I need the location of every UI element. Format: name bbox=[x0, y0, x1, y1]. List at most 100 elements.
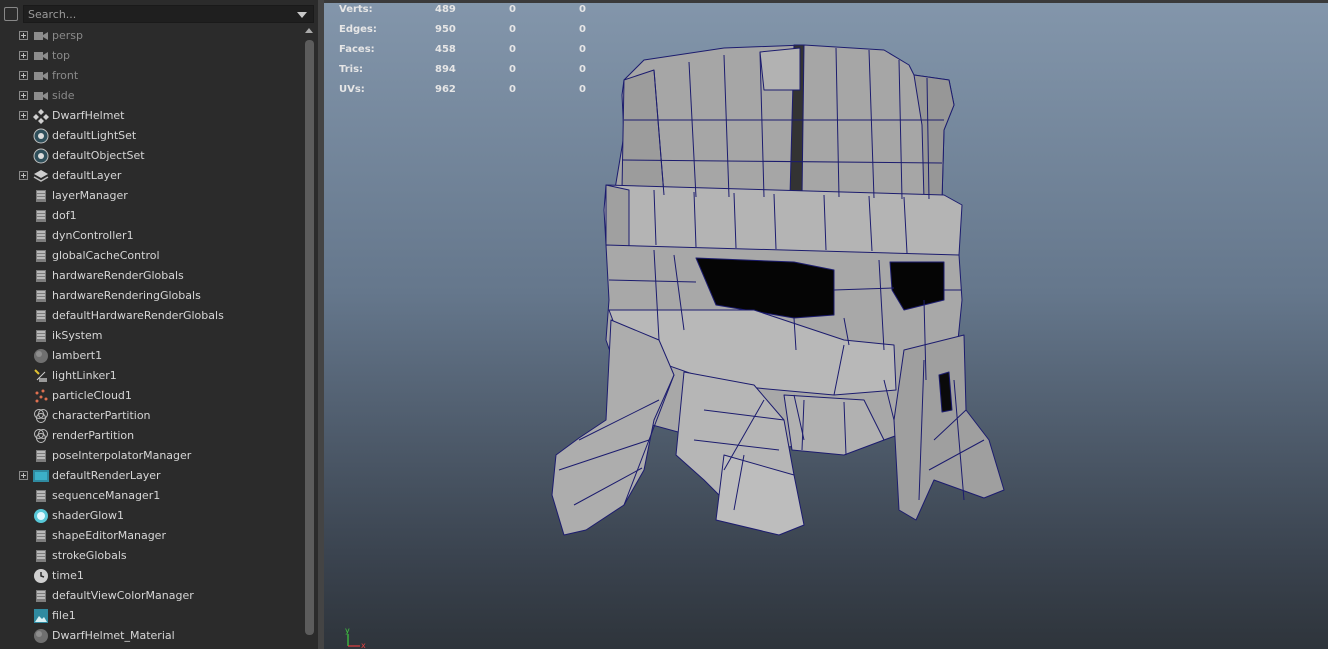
viewport-top-strip bbox=[324, 0, 1328, 3]
search-box[interactable] bbox=[23, 5, 314, 23]
outliner-item-label: front bbox=[52, 69, 79, 82]
expand-icon[interactable] bbox=[19, 31, 28, 40]
node-icon bbox=[33, 528, 49, 544]
outliner-item-label: shaderGlow1 bbox=[52, 509, 125, 522]
outliner-item[interactable]: layerManager bbox=[0, 186, 302, 206]
outliner-item[interactable]: shaderGlow1 bbox=[0, 506, 302, 526]
hud-value: 0 bbox=[509, 4, 516, 15]
outliner-item[interactable]: dof1 bbox=[0, 206, 302, 226]
hud-label: Tris: bbox=[339, 64, 364, 75]
hud-value: 489 bbox=[435, 4, 456, 15]
outliner-item-label: DwarfHelmet_Material bbox=[52, 629, 175, 642]
helmet-mesh[interactable] bbox=[548, 40, 1008, 540]
expand-icon[interactable] bbox=[19, 71, 28, 80]
outliner-item[interactable]: shapeEditorManager bbox=[0, 526, 302, 546]
hud-label: UVs: bbox=[339, 84, 365, 95]
outliner-item-label: defaultHardwareRenderGlobals bbox=[52, 309, 224, 322]
outliner-item[interactable]: defaultObjectSet bbox=[0, 146, 302, 166]
search-input[interactable] bbox=[24, 6, 302, 22]
search-dropdown-icon[interactable] bbox=[297, 12, 307, 18]
outliner-item[interactable]: strokeGlobals bbox=[0, 546, 302, 566]
viewport-3d[interactable]: Verts: 489 0 0 Edges: 950 0 0 Faces: 458 0 0 Tris: 89… bbox=[324, 0, 1328, 649]
layer-icon bbox=[33, 168, 49, 184]
outliner-item-label: poseInterpolatorManager bbox=[52, 449, 192, 462]
expand-icon[interactable] bbox=[19, 471, 28, 480]
outliner-item-label: defaultViewColorManager bbox=[52, 589, 194, 602]
outliner-item[interactable]: globalCacheControl bbox=[0, 246, 302, 266]
hud-value: 0 bbox=[509, 44, 516, 55]
outliner-item[interactable]: particleCloud1 bbox=[0, 386, 302, 406]
outliner-menu-icon[interactable] bbox=[4, 7, 18, 21]
outliner-item[interactable]: poseInterpolatorManager bbox=[0, 446, 302, 466]
outliner-item[interactable]: defaultViewColorManager bbox=[0, 586, 302, 606]
node-icon bbox=[33, 188, 49, 204]
outliner-item[interactable]: defaultHardwareRenderGlobals bbox=[0, 306, 302, 326]
outliner-item-label: defaultLayer bbox=[52, 169, 122, 182]
outliner-item[interactable]: defaultLightSet bbox=[0, 126, 302, 146]
scroll-thumb[interactable] bbox=[305, 40, 314, 635]
outliner-search-row bbox=[0, 0, 318, 28]
material-sphere-icon bbox=[33, 348, 49, 364]
node-icon bbox=[33, 328, 49, 344]
expand-icon[interactable] bbox=[19, 111, 28, 120]
outliner-item[interactable]: lightLinker1 bbox=[0, 366, 302, 386]
hud-value: 0 bbox=[509, 64, 516, 75]
hud-value: 458 bbox=[435, 44, 456, 55]
hud-value: 894 bbox=[435, 64, 456, 75]
node-icon bbox=[33, 248, 49, 264]
outliner-item[interactable]: front bbox=[0, 66, 302, 86]
outliner-item[interactable]: time1 bbox=[0, 566, 302, 586]
outliner-item-label: characterPartition bbox=[52, 409, 151, 422]
outliner-item-label: shapeEditorManager bbox=[52, 529, 166, 542]
outliner-item-label: defaultObjectSet bbox=[52, 149, 145, 162]
outliner-item-label: ikSystem bbox=[52, 329, 103, 342]
expand-icon[interactable] bbox=[19, 171, 28, 180]
partition-icon bbox=[33, 428, 49, 444]
render-layer-icon bbox=[33, 468, 49, 484]
node-icon bbox=[33, 208, 49, 224]
outliner-item-label: lightLinker1 bbox=[52, 369, 117, 382]
camera-icon bbox=[33, 48, 49, 64]
outliner-item-label: globalCacheControl bbox=[52, 249, 160, 262]
outliner-item[interactable]: persp bbox=[0, 26, 302, 46]
set-icon bbox=[33, 148, 49, 164]
outliner-item[interactable]: dynController1 bbox=[0, 226, 302, 246]
file-texture-icon bbox=[33, 608, 49, 624]
outliner-panel: persp top front side DwarfHelmet defaultLight… bbox=[0, 0, 318, 649]
expand-icon[interactable] bbox=[19, 51, 28, 60]
outliner-item[interactable]: defaultLayer bbox=[0, 166, 302, 186]
outliner-item-label: persp bbox=[52, 29, 83, 42]
outliner-item[interactable]: ikSystem bbox=[0, 326, 302, 346]
outliner-item[interactable]: hardwareRenderingGlobals bbox=[0, 286, 302, 306]
expand-icon[interactable] bbox=[19, 91, 28, 100]
hud-value: 0 bbox=[509, 84, 516, 95]
scroll-up-icon[interactable] bbox=[305, 28, 313, 33]
outliner-item[interactable]: defaultRenderLayer bbox=[0, 466, 302, 486]
outliner-item[interactable]: file1 bbox=[0, 606, 302, 626]
outliner-item[interactable]: side bbox=[0, 86, 302, 106]
outliner-item[interactable]: characterPartition bbox=[0, 406, 302, 426]
outliner-item-label: defaultRenderLayer bbox=[52, 469, 161, 482]
outliner-item-label: hardwareRenderingGlobals bbox=[52, 289, 201, 302]
outliner-item[interactable]: renderPartition bbox=[0, 426, 302, 446]
hud-value: 0 bbox=[509, 24, 516, 35]
outliner-item-label: renderPartition bbox=[52, 429, 135, 442]
glow-icon bbox=[33, 508, 49, 524]
outliner-item[interactable]: lambert1 bbox=[0, 346, 302, 366]
hud-value: 950 bbox=[435, 24, 456, 35]
outliner-item[interactable]: sequenceManager1 bbox=[0, 486, 302, 506]
outliner-item[interactable]: DwarfHelmet_Material bbox=[0, 626, 302, 646]
hud-value: 962 bbox=[435, 84, 456, 95]
outliner-item-label: strokeGlobals bbox=[52, 549, 127, 562]
outliner-item-label: sequenceManager1 bbox=[52, 489, 161, 502]
hud-label: Edges: bbox=[339, 24, 377, 35]
outliner-item[interactable]: hardwareRenderGlobals bbox=[0, 266, 302, 286]
outliner-item[interactable]: top bbox=[0, 46, 302, 66]
node-icon bbox=[33, 488, 49, 504]
outliner-item[interactable]: DwarfHelmet bbox=[0, 106, 302, 126]
axis-y-label: y bbox=[345, 626, 350, 635]
outliner-item-label: defaultLightSet bbox=[52, 129, 137, 142]
node-icon bbox=[33, 308, 49, 324]
outliner-scrollbar[interactable] bbox=[302, 26, 318, 649]
outliner-item-label: file1 bbox=[52, 609, 76, 622]
